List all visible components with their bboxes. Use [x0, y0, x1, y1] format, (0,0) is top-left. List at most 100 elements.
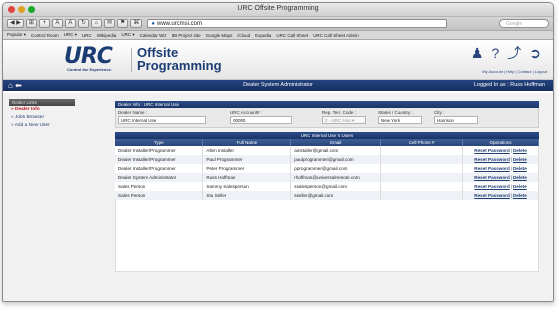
address-text: www.urcmsi.com	[157, 21, 203, 27]
delete-link[interactable]: Delete	[513, 193, 527, 198]
sidebar: Dealer Links » Dealer Info » Jobs Browse…	[9, 99, 75, 130]
back-forward-button[interactable]: ◀ ▶	[7, 19, 24, 28]
page-content: Dealer Links » Dealer Info » Jobs Browse…	[3, 93, 553, 301]
logout-icon[interactable]: ➲	[529, 46, 541, 60]
bookmark-item[interactable]: Expedia	[255, 33, 271, 38]
cell-type: Sales Person	[115, 182, 204, 191]
state-country-field[interactable]: New York	[378, 116, 422, 124]
column-header-operations: Operations	[462, 139, 539, 146]
cell-email: paulprogrammer@gmail.com	[290, 155, 382, 164]
title-bar: URC Offsite Programming	[3, 3, 553, 17]
ops-separator: |	[510, 175, 512, 180]
table-row: Sales Person Sammy Salesperson ssalesper…	[115, 182, 539, 191]
delete-link[interactable]: Delete	[513, 166, 527, 171]
table-row: Dealer Installer/Programmer Paul Program…	[115, 155, 539, 164]
bookmark-item[interactable]: Calendar Wiz	[140, 33, 167, 38]
bookmark-item[interactable]: URC Call Sheet	[276, 33, 308, 38]
reset-password-link[interactable]: Reset Password	[474, 193, 510, 198]
search-input[interactable]: Google	[499, 19, 549, 28]
bookmark-item[interactable]: URC Call Sheet Admin	[313, 33, 359, 38]
reset-password-link[interactable]: Reset Password	[474, 148, 510, 153]
delete-link[interactable]: Delete	[513, 157, 527, 162]
reset-password-link[interactable]: Reset Password	[474, 157, 510, 162]
account-number-group: URC Account# : 00000	[230, 110, 322, 124]
nav-bar: ⌂ ⬅ Dealer System Administrator Logged I…	[3, 80, 553, 91]
address-bar[interactable]: ● www.urcmsi.com	[147, 19, 448, 28]
table-row: Sales Person Stu Seller sseller@gmail.co…	[115, 191, 539, 200]
column-header-cell-phone[interactable]: Cell Phone #	[380, 139, 464, 146]
help-icon[interactable]: ?	[491, 46, 499, 60]
site-header: URC Control the Experience. Offsite Prog…	[3, 40, 553, 80]
users-table-caption: URC Internal Use 's Users	[115, 132, 539, 139]
cell-type: Sales Person	[115, 191, 204, 200]
cell-type: Dealer Installer/Programmer	[115, 155, 204, 164]
bookmark-item[interactable]: Google Maps	[206, 33, 233, 38]
cell-type: Dealer Installer/Programmer	[115, 164, 204, 173]
dealer-name-field[interactable]: URC Internal Use	[118, 116, 206, 124]
bookmark-item[interactable]: URC ▾	[121, 32, 134, 38]
text-smaller-button[interactable]: A	[51, 19, 63, 28]
command-button[interactable]: ⌘	[130, 19, 143, 28]
urc-logo[interactable]: URC Control the Experience.	[64, 46, 124, 73]
bookmark-item[interactable]: Control Room	[31, 33, 59, 38]
sidebar-item-jobs-browser[interactable]: » Jobs Browser	[9, 114, 75, 122]
reset-password-link[interactable]: Reset Password	[474, 166, 510, 171]
delete-link[interactable]: Delete	[513, 175, 527, 180]
reset-password-link[interactable]: Reset Password	[474, 184, 510, 189]
bookmark-item[interactable]: Popular ▾	[7, 32, 26, 38]
sidebar-item-dealer-info[interactable]: » Dealer Info	[9, 106, 75, 114]
reset-password-link[interactable]: Reset Password	[474, 175, 510, 180]
cell-operations: Reset Password|Delete	[462, 173, 539, 182]
cell-phone	[380, 173, 464, 182]
city-field[interactable]: Harrison	[434, 116, 478, 124]
person-icon[interactable]: ♟	[471, 46, 484, 60]
bookmark-item[interactable]: IBI Project site	[172, 33, 201, 38]
bookmark-item[interactable]: iCloud	[237, 33, 250, 38]
ops-separator: |	[510, 148, 512, 153]
mail-button[interactable]: ✉	[103, 19, 115, 28]
delete-link[interactable]: Delete	[513, 184, 527, 189]
account-number-field[interactable]: 00000	[230, 116, 292, 124]
users-table: URC Internal Use 's Users Type Full Name…	[115, 132, 539, 200]
table-row: Dealer Installer/Programmer Allen Instal…	[115, 146, 539, 155]
sidebar-item-add-user[interactable]: » Add a New User	[9, 122, 75, 130]
cell-email: sseller@gmail.com	[290, 191, 382, 200]
table-row: Dealer System Administrator Russ Hoffman…	[115, 173, 539, 182]
reload-button[interactable]: ↻	[77, 19, 89, 28]
cell-operations: Reset Password|Delete	[462, 164, 539, 173]
text-larger-button[interactable]: A	[64, 19, 76, 28]
show-all-button[interactable]: ⊞	[25, 19, 37, 28]
cell-phone	[380, 164, 464, 173]
cell-email: ainstaller@gmail.com	[290, 146, 382, 155]
column-header-email[interactable]: Email	[290, 139, 382, 146]
bookmark-item[interactable]: URC	[82, 33, 92, 38]
cell-operations: Reset Password|Delete	[462, 191, 539, 200]
cell-full-name: Stu Seller	[202, 191, 292, 200]
logo-tagline: Control the Experience.	[67, 67, 112, 72]
rep-territory-select[interactable]: 2 - URC Hou ▾	[322, 116, 366, 124]
ops-separator: |	[510, 193, 512, 198]
ops-separator: |	[510, 184, 512, 189]
column-header-type[interactable]: Type	[115, 139, 204, 146]
delete-link[interactable]: Delete	[513, 148, 527, 153]
bookmark-item[interactable]: Wikipedia	[97, 33, 117, 38]
cell-phone	[380, 155, 464, 164]
header-links[interactable]: My Account | Help | Contact | Logout	[482, 69, 547, 74]
wrench-icon[interactable]: ⤴	[507, 46, 521, 60]
bookmark-item[interactable]: URC ▾	[64, 32, 77, 38]
ops-separator: |	[510, 166, 512, 171]
user-role: Dealer System Administrator	[243, 82, 313, 88]
rep-territory-group: Rep. Terr. Code : 2 - URC Hou ▾	[322, 110, 378, 124]
column-header-full-name[interactable]: Full Name	[202, 139, 292, 146]
add-bookmark-button[interactable]: +	[38, 19, 50, 28]
home-button[interactable]: ⌂	[90, 19, 102, 28]
cell-phone	[380, 191, 464, 200]
table-header-row: Type Full Name Email Cell Phone # Operat…	[115, 139, 539, 146]
rep-territory-label: Rep. Terr. Code :	[322, 110, 356, 115]
cell-type: Dealer System Administrator	[115, 173, 204, 182]
table-row: Dealer Installer/Programmer Peter Progra…	[115, 164, 539, 173]
ops-separator: |	[510, 157, 512, 162]
report-bug-button[interactable]: ⚑	[117, 19, 129, 28]
site-title: Offsite Programming	[137, 46, 222, 72]
cell-email: rhoffman@universalremote.com	[290, 173, 382, 182]
